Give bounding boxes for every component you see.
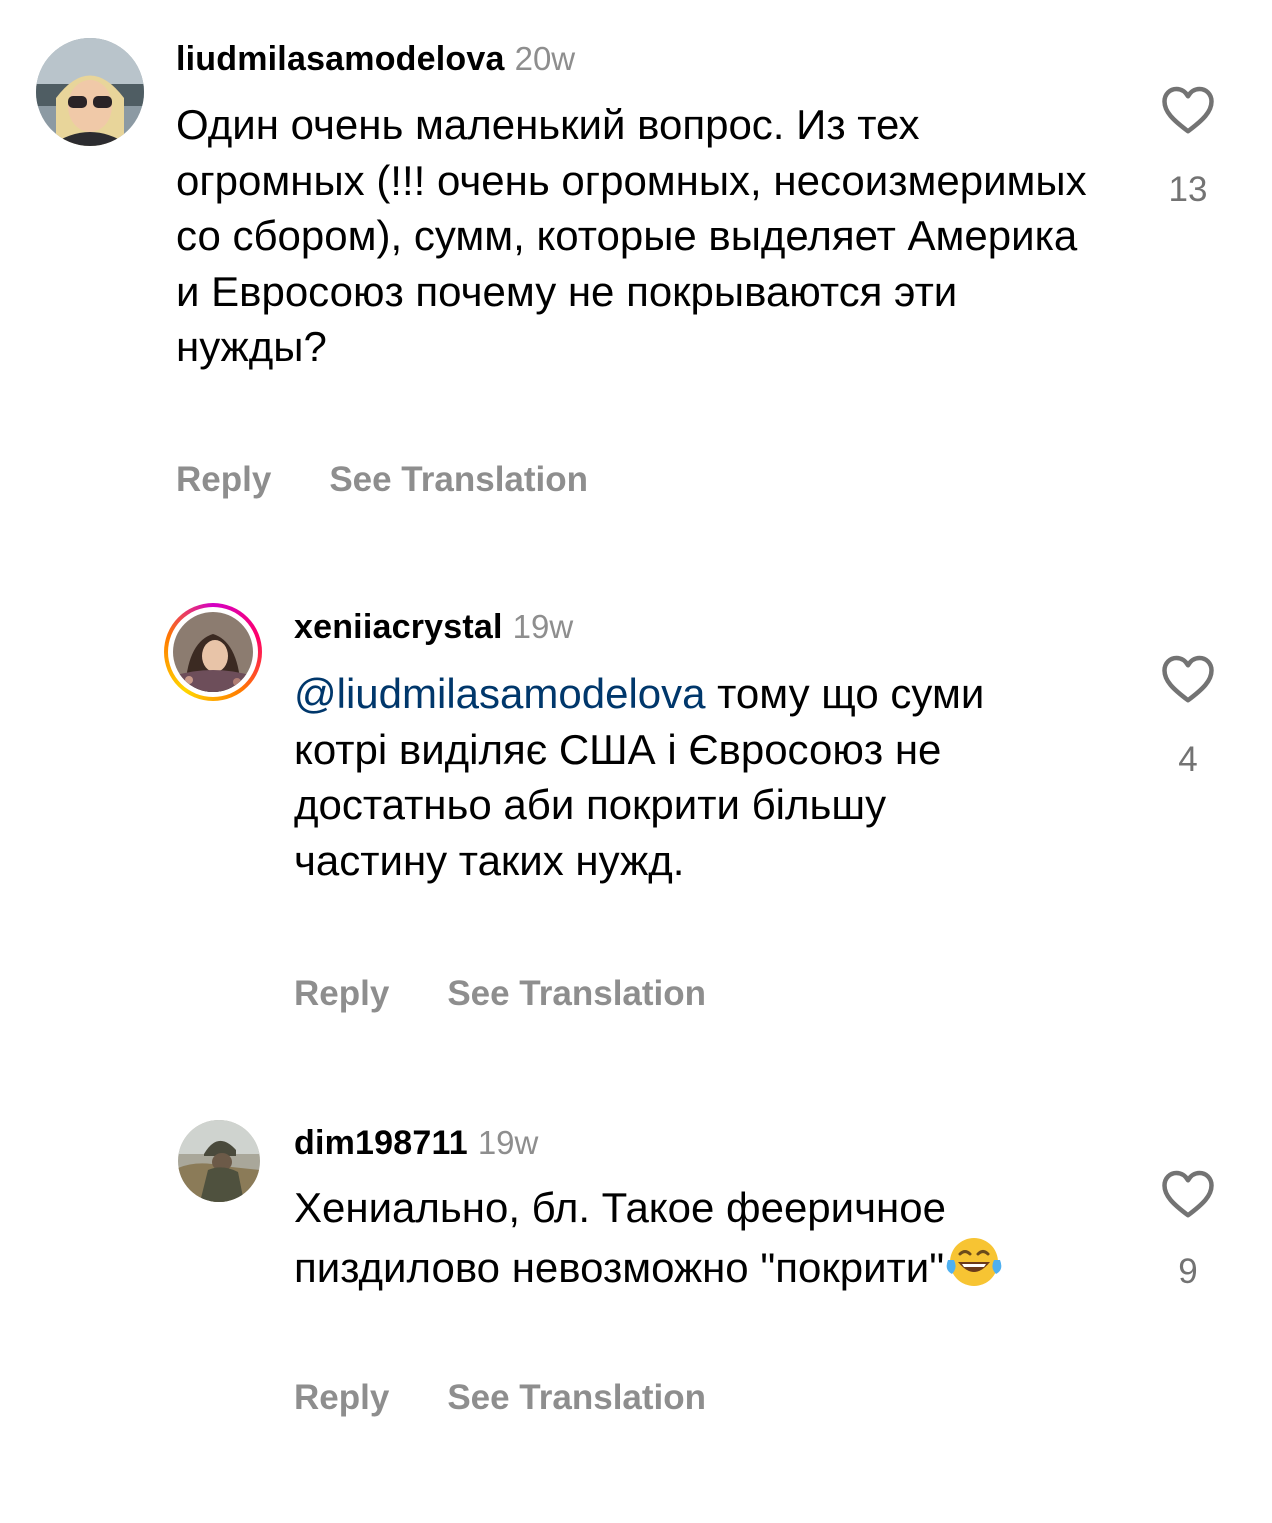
comment-3: dim198711 19w Хениально, бл. Такое феерич… [0,1080,1272,1480]
mention-link[interactable]: @liudmilasamodelova [294,670,706,717]
avatar[interactable] [178,1120,260,1202]
laughing-tears-emoji-icon [944,1236,1004,1288]
timestamp: 19w [512,608,574,645]
see-translation-button[interactable]: See Translation [447,974,706,1014]
reply-button[interactable]: Reply [294,1378,389,1418]
like-count: 13 [1168,170,1208,209]
timestamp: 19w [477,1124,539,1161]
comment-text: @liudmilasamodelova тому що суми котрі в… [294,666,1014,888]
username[interactable]: xeniiacrystal [294,608,503,646]
timestamp: 20w [514,40,576,77]
avatar[interactable] [173,612,253,692]
comment-1: liudmilasamodelova 20w Один очень маленьк… [0,0,1272,520]
comment-body: Хениально, бл. Такое фееричное пиздилово… [294,1184,946,1291]
heart-icon[interactable] [1158,80,1218,140]
comment-text: Один очень маленький вопрос. Из тех огро… [176,101,1087,370]
see-translation-button[interactable]: See Translation [329,460,588,500]
reply-button[interactable]: Reply [176,460,271,500]
comment-2: xeniiacrystal 19w @liudmilasamodelova том… [0,560,1272,1040]
heart-icon[interactable] [1158,1164,1218,1224]
like-count: 9 [1178,1252,1198,1291]
like-count: 4 [1178,740,1198,779]
username[interactable]: liudmilasamodelova [176,40,505,78]
reply-button[interactable]: Reply [294,974,389,1014]
avatar[interactable] [36,38,144,146]
comment-text: Хениально, бл. Такое фееричное пиздилово… [294,1180,1094,1295]
see-translation-button[interactable]: See Translation [447,1378,706,1418]
username[interactable]: dim198711 [294,1124,468,1162]
heart-icon[interactable] [1158,649,1218,709]
